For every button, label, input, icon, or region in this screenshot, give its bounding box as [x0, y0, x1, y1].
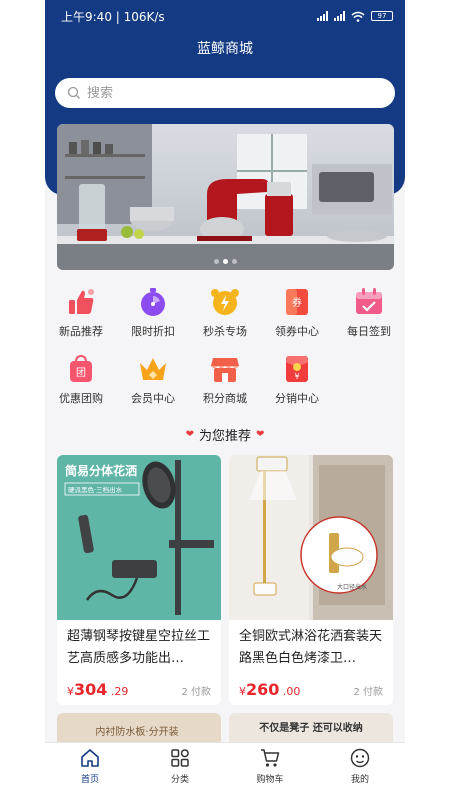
cell-signal-icon [317, 11, 328, 21]
cell-signal-2-icon [334, 11, 345, 21]
category-row: 团 优惠团购 会员中心 积分商城 ¥ 分销中心 [45, 353, 405, 420]
product-image-title: 内衬防水板·分开装 [95, 725, 178, 738]
product-image-title: 简易分体花洒 [65, 463, 137, 478]
category-label: 积分商城 [203, 392, 247, 405]
product-name: 全铜欧式淋浴花洒套装天路黑色白色烤漆卫… [239, 629, 383, 666]
price-decimal: .00 [282, 685, 301, 698]
product-image-caption: 大口径出水 [337, 583, 367, 591]
shower-set-image: 简易分体花洒 硬派黑色·三档出水 [57, 455, 221, 620]
category-item-flash-sale[interactable]: 秒杀专场 [189, 286, 261, 353]
search-icon [67, 86, 80, 99]
product-card[interactable]: 大口径出水 全铜欧式淋浴花洒套装天路黑色白色烤漆卫… ¥260 .00 2 付款 [229, 455, 393, 705]
tab-label: 购物车 [256, 775, 284, 785]
product-image-subtitle: 硬派黑色·三档出水 [68, 485, 123, 494]
grid-icon [171, 749, 189, 767]
product-card[interactable]: 简易分体花洒 硬派黑色·三档出水 超薄钢琴按键星空拉丝工艺高质感多功能出… ¥3… [57, 455, 221, 705]
category-label: 优惠团购 [59, 392, 103, 405]
kitchen-appliances-image [57, 124, 394, 270]
search-input[interactable] [87, 85, 367, 101]
product-name: 超薄钢琴按键星空拉丝工艺高质感多功能出… [67, 629, 211, 666]
page-title: 蓝鲸商城 [197, 41, 253, 57]
product-image[interactable]: 简易分体花洒 硬派黑色·三档出水 [57, 455, 221, 620]
product-price: ¥260 .00 [239, 680, 300, 699]
tab-category[interactable]: 分类 [135, 743, 225, 800]
promo-banner[interactable] [57, 124, 394, 270]
category-item-coupon[interactable]: 券 领券中心 [261, 286, 333, 353]
svg-text:¥: ¥ [294, 372, 299, 381]
status-bar: 上午9:40 | 106K/s 97 [45, 0, 405, 32]
product-sold-count: 2 付款 [181, 687, 211, 698]
thumbs-up-icon [69, 289, 94, 314]
banner-dot[interactable] [232, 259, 237, 264]
price-integer: 260 [246, 680, 280, 699]
tab-profile[interactable]: 我的 [315, 743, 405, 800]
category-item-distribution[interactable]: ¥ 分销中心 [261, 353, 333, 420]
category-label: 秒杀专场 [203, 325, 247, 338]
category-item-checkin[interactable]: 每日签到 [333, 286, 405, 353]
status-icons: 97 [317, 11, 393, 22]
product-image-title: 不仅是凳子 还可以收纳 [259, 721, 362, 734]
price-integer: 304 [74, 680, 108, 699]
home-icon [81, 749, 99, 767]
category-grid: 新品推荐 限时折扣 秒杀专场 券 领券中心 每日签到 团 优惠团购 会员中心 积… [45, 286, 405, 420]
tab-cart[interactable]: 购物车 [225, 743, 315, 800]
red-envelope-icon: ¥ [286, 356, 308, 382]
group-buy-bag-icon: 团 [70, 354, 92, 382]
category-label: 新品推荐 [59, 325, 103, 338]
category-label: 会员中心 [131, 392, 175, 405]
category-label: 每日签到 [347, 325, 391, 338]
store-icon [211, 358, 239, 382]
currency-symbol: ¥ [239, 685, 246, 698]
price-decimal: .29 [110, 685, 129, 698]
section-title-text: 为您推荐 [198, 429, 251, 444]
banner-pagination [57, 259, 394, 264]
bottom-tab-bar: 首页 分类 购物车 我的 [45, 742, 405, 800]
currency-symbol: ¥ [67, 685, 74, 698]
category-row: 新品推荐 限时折扣 秒杀专场 券 领券中心 每日签到 [45, 286, 405, 353]
product-meta: ¥304 .29 2 付款 [57, 676, 221, 699]
section-title-recommend: ❤ 为您推荐 ❤ [45, 425, 405, 444]
coupon-icon: 券 [286, 289, 308, 315]
status-time-speed: 上午9:40 | 106K/s [61, 9, 165, 24]
heart-icon: ❤ [185, 429, 194, 440]
wifi-icon [351, 11, 365, 22]
category-item-group-buy[interactable]: 团 优惠团购 [45, 353, 117, 420]
category-label: 领券中心 [275, 325, 319, 338]
cart-icon [261, 749, 280, 767]
category-item-discount[interactable]: 限时折扣 [117, 286, 189, 353]
category-label: 分销中心 [275, 392, 319, 405]
battery-icon: 97 [371, 11, 393, 21]
category-item-membership[interactable]: 会员中心 [117, 353, 189, 420]
product-price: ¥304 .29 [67, 680, 128, 699]
product-image[interactable]: 大口径出水 [229, 455, 393, 620]
banner-dot[interactable] [214, 259, 219, 264]
banner-dot-active[interactable] [223, 259, 228, 264]
category-item-points-mall[interactable]: 积分商城 [189, 353, 261, 420]
product-meta: ¥260 .00 2 付款 [229, 676, 393, 699]
svg-text:团: 团 [76, 367, 86, 379]
tab-label: 首页 [80, 775, 99, 785]
search-bar[interactable] [55, 78, 395, 108]
stopwatch-icon [141, 288, 165, 316]
crown-icon [140, 358, 166, 380]
tab-label: 我的 [350, 775, 369, 785]
category-item-new[interactable]: 新品推荐 [45, 286, 117, 353]
heart-icon: ❤ [256, 429, 265, 440]
tab-home[interactable]: 首页 [45, 743, 135, 800]
product-sold-count: 2 付款 [353, 687, 383, 698]
calendar-check-icon [356, 288, 382, 314]
profile-icon [350, 748, 370, 768]
tab-label: 分类 [170, 775, 189, 785]
alarm-clock-icon [211, 289, 239, 315]
svg-text:券: 券 [292, 296, 302, 309]
category-label: 限时折扣 [131, 325, 175, 338]
gold-shower-set-image: 大口径出水 [229, 455, 393, 620]
app-screen: 上午9:40 | 106K/s 97 蓝鲸商城 搜索 新品推荐 限时折扣 秒杀专… [45, 0, 405, 800]
